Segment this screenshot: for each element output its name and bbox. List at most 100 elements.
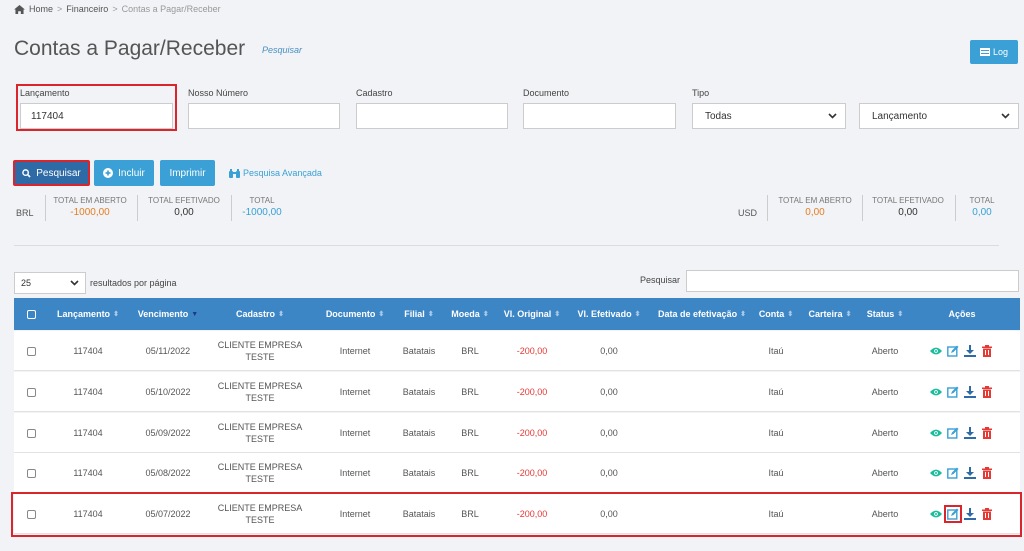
- col-vencimento[interactable]: Vencimento ▼: [128, 298, 208, 330]
- cell-cadastro: CLIENTE EMPRESA TESTE: [217, 381, 303, 403]
- brl-open-label: TOTAL EM ABERTO: [53, 196, 127, 205]
- title-search-link[interactable]: Pesquisar: [262, 45, 302, 55]
- col-carteira[interactable]: Carteira ⬍: [804, 298, 856, 330]
- cell-vl-original: -200,00: [516, 428, 548, 438]
- table-row[interactable]: 117404 05/10/2022 CLIENTE EMPRESA TESTE …: [14, 372, 1020, 412]
- col-lancamento[interactable]: Lançamento ⬍: [50, 298, 126, 330]
- order-select[interactable]: Lançamento: [859, 103, 1019, 129]
- order-select-value: Lançamento: [872, 110, 928, 122]
- col-cadastro[interactable]: Cadastro ⬍: [210, 298, 310, 330]
- col-cadastro-label: Cadastro: [236, 309, 276, 319]
- download-icon[interactable]: [963, 386, 976, 398]
- eye-icon[interactable]: [929, 467, 942, 479]
- download-icon[interactable]: [963, 467, 976, 479]
- col-vl-original-label: Vl. Original: [503, 309, 552, 319]
- col-status[interactable]: Status ⬍: [864, 298, 906, 330]
- usd-total: TOTAL 0,00: [958, 196, 1006, 218]
- breadcrumb-home[interactable]: Home: [29, 4, 53, 14]
- cell-lancamento: 117404: [73, 468, 103, 478]
- col-vl-efetivado[interactable]: Vl. Efetivado ⬍: [574, 298, 644, 330]
- table-search-label: Pesquisar: [640, 275, 681, 285]
- home-icon[interactable]: [14, 4, 25, 14]
- lancamento-input[interactable]: 117404: [20, 103, 173, 129]
- documento-input[interactable]: [523, 103, 676, 129]
- search-button[interactable]: Pesquisar: [13, 160, 90, 186]
- table-row[interactable]: 117404 05/11/2022 CLIENTE EMPRESA TESTE …: [14, 331, 1020, 371]
- usd-done-total: TOTAL EFETIVADO 0,00: [865, 196, 951, 218]
- usd-total-value: 0,00: [972, 207, 992, 218]
- row-checkbox[interactable]: [26, 468, 36, 478]
- breadcrumb: Home > Financeiro > Contas a Pagar/Receb…: [14, 4, 221, 14]
- eye-icon[interactable]: [929, 427, 942, 439]
- per-page-select[interactable]: 25: [14, 272, 86, 294]
- advanced-search-link[interactable]: Pesquisa Avançada: [229, 168, 322, 178]
- row-checkbox[interactable]: [26, 346, 36, 356]
- cell-vl-original: -200,00: [516, 346, 548, 356]
- eye-icon[interactable]: [929, 345, 942, 357]
- nosso-numero-input[interactable]: [188, 103, 340, 129]
- cell-conta: Itaú: [768, 428, 784, 438]
- cell-documento: Internet: [339, 346, 371, 356]
- usd-done-label: TOTAL EFETIVADO: [872, 196, 944, 205]
- search-button-label: Pesquisar: [36, 167, 81, 179]
- log-button-label: Log: [992, 47, 1009, 57]
- row-checkbox[interactable]: [26, 387, 36, 397]
- usd-open-label: TOTAL EM ABERTO: [778, 196, 852, 205]
- download-icon[interactable]: [963, 427, 976, 439]
- breadcrumb-financeiro[interactable]: Financeiro: [66, 4, 108, 14]
- add-button[interactable]: Incluir: [94, 160, 154, 186]
- edit-icon: [946, 427, 958, 439]
- tipo-label: Tipo: [692, 88, 710, 98]
- cell-lancamento: 117404: [73, 387, 103, 397]
- tipo-select[interactable]: Todas: [692, 103, 846, 129]
- col-conta[interactable]: Conta ⬍: [756, 298, 796, 330]
- cell-data-efetivacao: [650, 331, 754, 371]
- cell-documento: Internet: [339, 387, 371, 397]
- page-title: Contas a Pagar/Receber: [14, 37, 246, 60]
- trash-icon[interactable]: [981, 386, 993, 398]
- log-button[interactable]: Log: [970, 40, 1018, 64]
- table-row[interactable]: 117404 05/08/2022 CLIENTE EMPRESA TESTE …: [14, 453, 1020, 493]
- cell-cadastro: CLIENTE EMPRESA TESTE: [217, 462, 303, 484]
- table-row[interactable]: 117404 05/09/2022 CLIENTE EMPRESA TESTE …: [14, 413, 1020, 453]
- trash-icon[interactable]: [981, 427, 993, 439]
- brl-open-value: -1000,00: [70, 207, 110, 218]
- col-data-efetivacao[interactable]: Data de efetivação ⬍: [650, 298, 754, 330]
- print-button[interactable]: Imprimir: [160, 160, 215, 186]
- cell-actions: [920, 453, 1002, 493]
- trash-icon[interactable]: [981, 345, 993, 357]
- cell-moeda: BRL: [461, 428, 479, 438]
- brl-total-value: -1000,00: [242, 207, 282, 218]
- row-checkbox[interactable]: [26, 428, 36, 438]
- list-icon: [979, 48, 990, 56]
- cell-vl-efetivado: 0,00: [600, 346, 618, 356]
- trash-icon[interactable]: [981, 467, 993, 479]
- col-vl-original[interactable]: Vl. Original ⬍: [496, 298, 568, 330]
- edit-button[interactable]: [946, 386, 959, 398]
- edit-button[interactable]: [946, 467, 959, 479]
- usd-done-value: 0,00: [898, 207, 918, 218]
- per-page-label: resultados por página: [90, 278, 177, 288]
- sort-icon: ⬍: [278, 311, 284, 318]
- binoculars-icon: [229, 168, 240, 178]
- cadastro-input[interactable]: [356, 103, 508, 129]
- download-icon[interactable]: [963, 345, 976, 357]
- usd-open-value: 0,00: [805, 207, 825, 218]
- edit-icon: [946, 386, 958, 398]
- cell-filial: Batatais: [402, 346, 436, 356]
- brl-total-label: TOTAL: [249, 196, 275, 205]
- breadcrumb-separator: >: [112, 4, 118, 14]
- eye-icon[interactable]: [929, 386, 942, 398]
- col-documento[interactable]: Documento ⬍: [320, 298, 390, 330]
- table-search-input[interactable]: [686, 270, 1019, 292]
- divider: [14, 245, 999, 246]
- col-filial[interactable]: Filial ⬍: [394, 298, 444, 330]
- col-acoes-label: Ações: [948, 309, 976, 319]
- edit-button[interactable]: [946, 427, 959, 439]
- select-all-checkbox[interactable]: [26, 309, 36, 319]
- cell-vl-efetivado: 0,00: [600, 428, 618, 438]
- cell-vencimento: 05/08/2022: [145, 468, 191, 478]
- col-moeda[interactable]: Moeda ⬍: [448, 298, 492, 330]
- brl-done-label: TOTAL EFETIVADO: [148, 196, 220, 205]
- edit-button[interactable]: [946, 345, 959, 357]
